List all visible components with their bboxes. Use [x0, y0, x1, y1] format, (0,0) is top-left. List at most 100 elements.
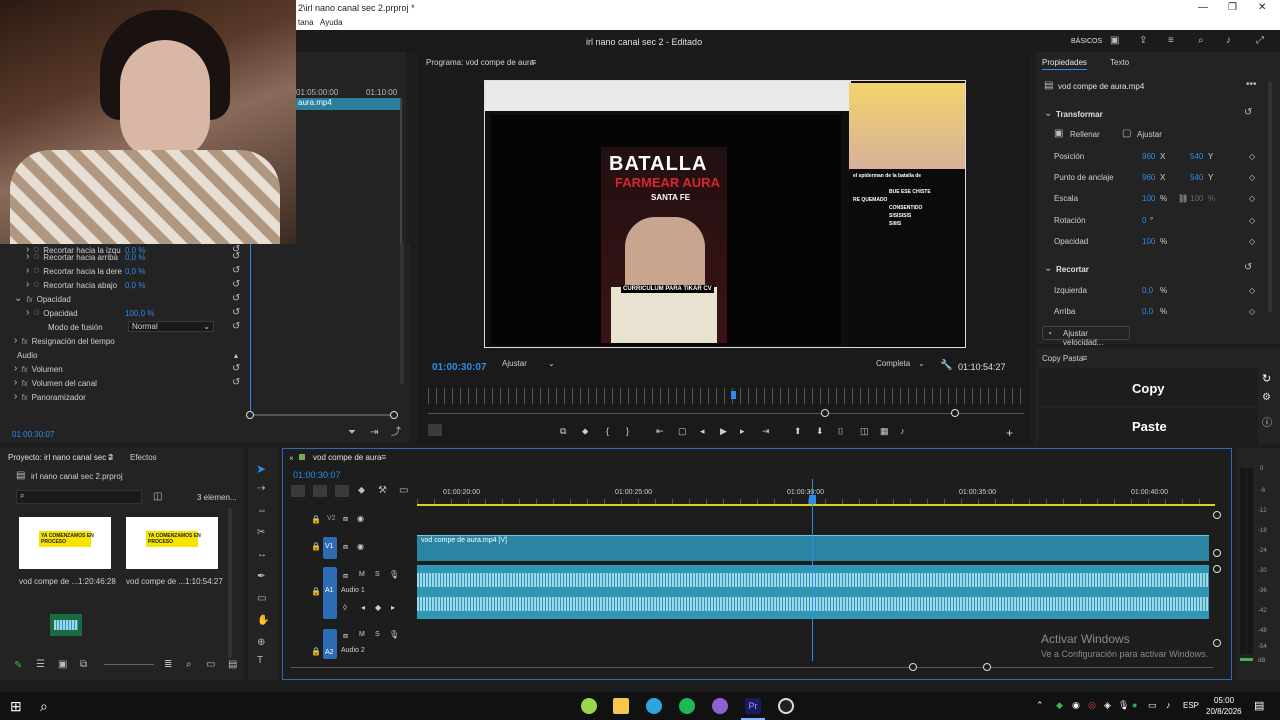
paste-button[interactable]: Paste [1038, 408, 1258, 444]
project-thumb-1[interactable]: YA COMENZAMOS EN PROCESO [19, 517, 111, 569]
chevron-down-icon[interactable]: ⌄ [1044, 264, 1052, 274]
menu-help[interactable]: Ayuda [320, 18, 343, 27]
v-zoom-handle[interactable] [1213, 639, 1221, 647]
fit-label[interactable]: Ajustar [1137, 130, 1162, 139]
zoom-slider[interactable] [104, 664, 154, 665]
reset-icon[interactable]: ↺ [232, 322, 240, 332]
keyframe-icon[interactable]: ◇ [1249, 237, 1255, 246]
project-scrollbar[interactable] [228, 508, 232, 658]
mark-out-icon[interactable]: } [626, 426, 629, 436]
reset-icon[interactable]: ↺ [232, 266, 240, 276]
menu-window[interactable]: tana [298, 18, 314, 27]
go-to-out-icon[interactable]: ⇥ [762, 426, 770, 437]
fx-scrollbar[interactable] [400, 244, 404, 384]
step-forward-icon[interactable]: ▸ [740, 426, 745, 437]
panel-menu-icon[interactable]: ≡ [531, 57, 536, 67]
sort-icon[interactable]: ≣ [164, 660, 172, 670]
razor-icon[interactable]: ✂ [257, 528, 265, 538]
tray-record-icon[interactable]: ◎ [1088, 700, 1096, 711]
zoom-handle-right[interactable] [390, 411, 398, 419]
lock-icon[interactable]: 🔒 [311, 542, 321, 551]
work-area-bar[interactable] [417, 504, 1215, 506]
track-select-icon[interactable]: ⇢ [257, 484, 265, 494]
program-playhead[interactable] [731, 391, 736, 399]
close-button[interactable]: ✕ [1258, 2, 1266, 13]
marker-icon[interactable]: ⬥ [358, 486, 365, 496]
play-icon[interactable]: ▶ [720, 426, 727, 437]
search-input[interactable]: ⌕ [16, 490, 142, 504]
notification-icon[interactable]: ▤ [1254, 699, 1264, 712]
lock-icon[interactable]: 🔒 [311, 587, 321, 596]
tray-arrow-icon[interactable]: ⌃ [1036, 700, 1044, 711]
fx-row-crop-right[interactable]: › ◌ Recortar hacia la dere 0,0 % ↺ [0, 264, 250, 278]
playhead-handle[interactable] [809, 495, 816, 504]
zoom-handle-left[interactable] [909, 663, 917, 671]
tray-volume-icon[interactable]: ♪ [1166, 700, 1171, 710]
project-thumb-2[interactable]: YA COMENZAMOS EN PROCESO [126, 517, 218, 569]
mic-icon[interactable]: 🎙 [389, 630, 399, 639]
camera-icon[interactable]: ⌷ [838, 426, 843, 437]
program-timecode[interactable]: 01:00:30:07 [432, 362, 486, 373]
panel-menu-icon[interactable]: ≡ [108, 452, 113, 462]
v-zoom-handle[interactable] [1213, 511, 1221, 519]
premiere-icon[interactable]: Pr [745, 698, 761, 714]
reset-icon[interactable]: ↺ [232, 378, 240, 388]
panel-menu-icon[interactable]: ≡ [1082, 353, 1087, 363]
crop-header[interactable]: Recortar [1056, 265, 1089, 274]
mute-button[interactable]: M [359, 631, 365, 638]
filter-icon[interactable]: ⏷ [348, 428, 356, 438]
fullscreen-icon[interactable]: ⤢ [1256, 36, 1264, 46]
audio-clip[interactable] [417, 565, 1209, 619]
fx-row-channel-volume[interactable]: › fx Volumen del canal ↺ [0, 376, 250, 390]
close-icon[interactable]: × [289, 454, 294, 463]
freeform-view-icon[interactable]: ⧉ [80, 660, 87, 670]
audio-icon[interactable]: ♪ [900, 426, 905, 436]
transform-header[interactable]: Transformar [1056, 110, 1103, 119]
keyframe-icon[interactable]: ◇ [1249, 286, 1255, 295]
sync-icon[interactable]: ⧈ [343, 514, 348, 524]
wrench-icon[interactable]: ⚒ [378, 486, 387, 496]
chevron-up-icon[interactable]: ▴ [234, 351, 238, 360]
clock-time[interactable]: 05:00 [1214, 696, 1234, 705]
panel-menu-icon[interactable]: ≡ [381, 452, 386, 462]
edge-icon[interactable] [646, 698, 662, 714]
multi-icon[interactable]: ▦ [880, 426, 889, 437]
solo-button[interactable]: S [375, 571, 380, 578]
ripple-edit-icon[interactable]: ⇔ [257, 506, 267, 516]
timeline-zoom-bar[interactable] [291, 667, 1213, 668]
tab-text[interactable]: Texto [1110, 58, 1129, 67]
obs-icon[interactable] [778, 698, 794, 714]
insert-icon[interactable]: ⧉ [560, 426, 566, 437]
zoom-handle-right[interactable] [951, 409, 959, 417]
reset-icon[interactable]: ↺ [1244, 108, 1252, 118]
a1-target[interactable]: A1 [323, 567, 337, 619]
fx-row-blend[interactable]: Modo de fusión Normal ⌄ ↺ [0, 320, 250, 334]
v-zoom-handle[interactable] [1213, 549, 1221, 557]
fx-zoom-bar[interactable] [250, 414, 396, 416]
lock-icon[interactable]: 🔒 [311, 647, 321, 656]
step-back-icon[interactable]: ◂ [700, 426, 705, 437]
tray-network-icon[interactable]: ▭ [1148, 700, 1157, 711]
mute-button[interactable]: M [359, 571, 365, 578]
tray-discord-icon[interactable]: ◉ [1072, 700, 1080, 711]
fx-group-time-remap[interactable]: › fx Resignación del tiempo [0, 334, 250, 348]
new-item-icon[interactable]: ▤ [228, 660, 237, 670]
reset-icon[interactable]: ↺ [232, 280, 240, 290]
nest-icon[interactable] [291, 485, 305, 497]
fx-row-volume[interactable]: › fx Volumen ↺ [0, 362, 250, 376]
fill-icon[interactable]: ▣ [1054, 129, 1063, 139]
folder-icon[interactable]: ▭ [206, 660, 215, 670]
v-zoom-handle[interactable] [1213, 565, 1221, 573]
tray-mic-icon[interactable]: 🎙 [1118, 700, 1129, 711]
export-icon[interactable]: ⇥ [370, 428, 378, 438]
go-to-in-icon[interactable]: ⇤ [656, 426, 664, 437]
gear-icon[interactable]: ⚙ [1262, 392, 1271, 403]
spotify-icon[interactable] [679, 698, 695, 714]
captions-icon[interactable]: ▭ [399, 486, 408, 496]
tray-game-icon[interactable]: ◈ [1104, 700, 1111, 711]
reset-icon[interactable]: ↺ [232, 294, 240, 304]
fx-row-panner[interactable]: › fx Panoramizador [0, 390, 250, 404]
program-time-ruler[interactable] [428, 388, 1024, 404]
reset-icon[interactable]: ↺ [232, 364, 240, 374]
more-icon[interactable]: ••• [1246, 80, 1257, 90]
